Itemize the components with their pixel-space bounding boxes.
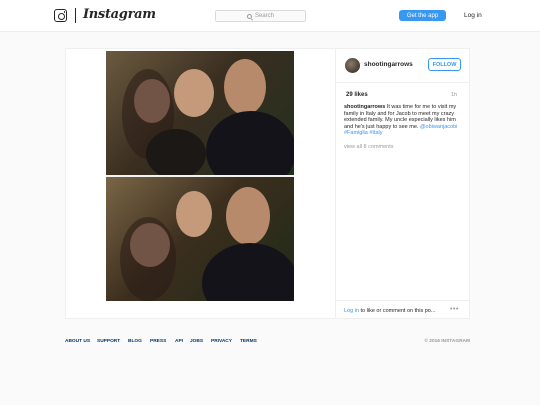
face-older-man [174, 69, 214, 117]
photo-top-frame [106, 51, 294, 175]
login-comment-link[interactable]: Log in [344, 308, 359, 314]
more-options-icon[interactable]: ••• [450, 306, 459, 313]
view-all-comments-link[interactable]: view all 8 comments [344, 144, 394, 150]
post-sidebar: shootingarrows FOLLOW 29 likes 1h shooti… [335, 49, 470, 318]
footer-link-about-us[interactable]: ABOUT US [65, 339, 90, 344]
avatar[interactable] [345, 58, 360, 73]
shirt-woman [146, 129, 206, 175]
post-timestamp[interactable]: 1h [451, 92, 457, 98]
instagram-logo-wordmark[interactable]: Instagram [83, 7, 156, 22]
shirt-dark [202, 243, 294, 301]
comment-login-bar: Log in to like or comment on this po... … [336, 300, 470, 318]
shirt-dark [206, 111, 294, 175]
search-placeholder: Search [254, 13, 274, 19]
footer-link-support[interactable]: SUPPORT [97, 339, 120, 344]
get-the-app-button[interactable]: Get the app [399, 10, 446, 21]
post-caption: shootingarrows It was time for me to vis… [344, 104, 466, 137]
like-count[interactable]: 29 likes [346, 92, 368, 98]
footer-link-press[interactable]: PRESS [150, 339, 166, 344]
post-header: shootingarrows FOLLOW [336, 49, 470, 83]
face-older-man [176, 191, 212, 237]
face-younger-man [224, 59, 266, 115]
search-input[interactable]: Search [215, 10, 306, 22]
follow-button[interactable]: FOLLOW [428, 58, 461, 71]
footer-link-privacy[interactable]: PRIVACY [211, 339, 232, 344]
footer-link-blog[interactable]: BLOG [128, 339, 142, 344]
post-photo[interactable] [106, 51, 294, 301]
post-username[interactable]: shootingarrows [364, 61, 413, 68]
instagram-camera-icon[interactable] [54, 9, 67, 22]
caption-hashtag-italy[interactable]: #Italy [369, 130, 382, 136]
face-younger-man [226, 187, 270, 245]
search-icon [246, 13, 252, 19]
footer-link-terms[interactable]: TERMS [240, 339, 257, 344]
footer-link-api[interactable]: API [175, 339, 183, 344]
photo-bottom-frame [106, 177, 294, 301]
hair-woman [120, 217, 176, 301]
footer-link-jobs[interactable]: JOBS [190, 339, 203, 344]
login-link[interactable]: Log in [464, 12, 482, 19]
login-to-comment: Log in to like or comment on this po... [344, 308, 444, 314]
page-footer: ABOUT US SUPPORT BLOG PRESS API JOBS PRI… [65, 339, 470, 349]
caption-mention[interactable]: @obiwanjacobi [420, 124, 457, 130]
top-navigation-bar: Instagram Search Get the app Log in [0, 0, 540, 32]
logo-divider [75, 8, 76, 23]
caption-hashtag-famiglia[interactable]: #Famiglia [344, 130, 368, 136]
caption-username[interactable]: shootingarrows [344, 104, 385, 110]
copyright: © 2016 INSTAGRAM [424, 339, 470, 344]
login-comment-text: to like or comment on this po... [359, 308, 436, 314]
